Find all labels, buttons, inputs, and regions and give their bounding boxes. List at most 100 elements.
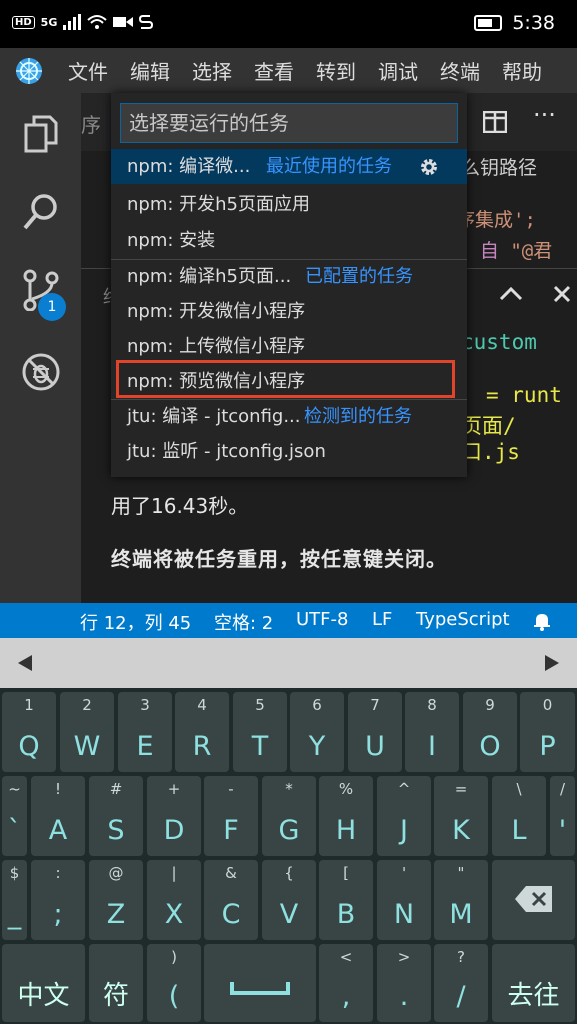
key-sub: ! <box>54 780 61 798</box>
key-semicolon[interactable]: :; <box>31 860 85 940</box>
menu-file[interactable]: 文件 <box>68 56 108 85</box>
encoding[interactable]: UTF-8 <box>296 609 348 630</box>
key-main: / <box>456 981 466 1012</box>
key-x[interactable]: | X <box>147 860 201 940</box>
key-slash[interactable]: ? / <box>434 944 488 1022</box>
quick-pick-item[interactable]: npm: 上传微信小程序 <box>111 329 467 364</box>
key-p[interactable]: 0P <box>520 692 575 772</box>
key-w[interactable]: 2W <box>60 692 114 772</box>
key-b[interactable]: [B <box>319 860 373 940</box>
arrow-right-icon[interactable] <box>545 655 559 671</box>
indentation[interactable]: 空格: 2 <box>214 609 273 635</box>
language-mode[interactable]: TypeScript <box>416 609 510 630</box>
item-label: npm: 安装 <box>127 230 216 251</box>
key-main: E <box>136 731 154 762</box>
key-sub: * <box>285 780 293 798</box>
key-main: M <box>449 899 473 930</box>
key-j[interactable]: ^ J <box>377 776 431 856</box>
key-m[interactable]: " M <box>434 860 488 940</box>
key-s[interactable]: # S <box>89 776 143 856</box>
menu-go[interactable]: 转到 <box>316 56 356 85</box>
key-sub: > <box>397 948 411 966</box>
maximize-panel-icon[interactable] <box>499 285 523 301</box>
key-c[interactable]: & C <box>204 860 258 940</box>
key-sub: / <box>559 780 566 798</box>
debug-icon[interactable] <box>20 351 62 393</box>
key-paren[interactable]: )( <box>147 944 201 1022</box>
key-backspace[interactable] <box>492 860 575 940</box>
key-chinese[interactable]: 中文 <box>2 944 85 1022</box>
quick-pick-item[interactable]: npm: 编译h5页面... 已配置的任务 <box>111 259 467 294</box>
menu-view[interactable]: 查看 <box>254 56 294 85</box>
quick-pick-item[interactable]: npm: 开发h5页面应用 <box>111 187 467 222</box>
key-u[interactable]: 7U <box>348 692 402 772</box>
key-k[interactable]: = K <box>434 776 488 856</box>
key-n[interactable]: ' N <box>377 860 431 940</box>
highlight-box <box>116 360 455 398</box>
key-quote[interactable]: / ' <box>550 776 575 856</box>
quick-pick-item[interactable]: npm: 开发微信小程序 <box>111 294 467 329</box>
key-h[interactable]: % H <box>319 776 373 856</box>
key-symbols[interactable]: 符 <box>89 944 143 1022</box>
key-r[interactable]: 4R <box>175 692 229 772</box>
key-sub: @ <box>108 864 124 882</box>
menu-selection[interactable]: 选择 <box>192 56 232 85</box>
item-group: 已配置的任务 <box>305 266 413 287</box>
arrow-left-icon[interactable] <box>18 655 32 671</box>
key-main: ' <box>558 815 567 846</box>
key-backtick[interactable]: ~ ` <box>2 776 27 856</box>
quick-pick-item[interactable]: npm: 安装 <box>111 223 467 258</box>
key-e[interactable]: 3E <box>118 692 172 772</box>
key-i[interactable]: 8I <box>405 692 459 772</box>
key-go[interactable]: 去往 <box>492 944 575 1022</box>
menu-help[interactable]: 帮助 <box>502 56 542 85</box>
android-status-bar: HD 5G 5:38 <box>0 0 577 48</box>
key-g[interactable]: * G <box>262 776 316 856</box>
key-a[interactable]: ! A <box>31 776 85 856</box>
key-z[interactable]: @ Z <box>89 860 143 940</box>
key-sub: ' <box>401 864 407 882</box>
key-o[interactable]: 9O <box>463 692 517 772</box>
key-comma[interactable]: <, <box>319 944 373 1022</box>
key-sub: = <box>454 780 468 798</box>
key-q[interactable]: 1Q <box>2 692 56 772</box>
cursor-position[interactable]: 行 12，列 45 <box>80 609 191 635</box>
menu-debug[interactable]: 调试 <box>378 56 418 85</box>
key-underscore[interactable]: $ _ <box>2 860 27 940</box>
bell-icon[interactable] <box>532 611 552 631</box>
quick-pick-item[interactable]: jtu: 编译 - jtconfig... 检测到的任务 <box>111 399 467 434</box>
key-main: U <box>365 731 385 762</box>
item-label: npm: 上传微信小程序 <box>127 336 306 357</box>
key-sub: ^ <box>397 780 411 798</box>
soft-keyboard: 1Q 2W 3E 4R 5T 6Y 7U 8I 9O 0P ~ ` ! A # S +… <box>0 688 577 1024</box>
app-logo-icon[interactable] <box>14 56 44 86</box>
key-v[interactable]: {V <box>262 860 316 940</box>
key-sub: 9 <box>485 696 495 714</box>
key-main: _ <box>7 899 22 930</box>
signal-icon <box>63 14 82 30</box>
menu-terminal[interactable]: 终端 <box>440 56 480 85</box>
close-panel-icon[interactable] <box>552 284 572 304</box>
line-ending[interactable]: LF <box>372 609 392 630</box>
key-main: ( <box>168 981 180 1012</box>
gear-icon[interactable] <box>418 156 440 178</box>
quick-pick-item[interactable]: jtu: 监听 - jtconfig.json <box>111 434 467 469</box>
search-icon[interactable] <box>20 191 62 233</box>
menu-edit[interactable]: 编辑 <box>130 56 170 85</box>
editor-tab[interactable]: 序 <box>81 109 101 138</box>
item-label: jtu: 监听 - jtconfig.json <box>127 441 326 462</box>
key-period[interactable]: >. <box>377 944 431 1022</box>
key-f[interactable]: -F <box>204 776 258 856</box>
key-l[interactable]: \ L <box>492 776 546 856</box>
key-space[interactable] <box>204 944 316 1022</box>
split-editor-icon[interactable] <box>483 111 507 133</box>
task-search-input[interactable]: 选择要运行的任务 <box>120 103 458 143</box>
more-actions-icon[interactable]: ··· <box>533 101 556 129</box>
explorer-icon[interactable] <box>20 113 62 155</box>
key-y[interactable]: 6Y <box>290 692 344 772</box>
quick-pick-item[interactable]: npm: 编译微... 最近使用的任务 <box>111 149 467 184</box>
key-d[interactable]: + D <box>147 776 201 856</box>
key-t[interactable]: 5T <box>233 692 287 772</box>
cursor-arrow-row <box>0 638 577 688</box>
key-main: I <box>428 731 436 762</box>
